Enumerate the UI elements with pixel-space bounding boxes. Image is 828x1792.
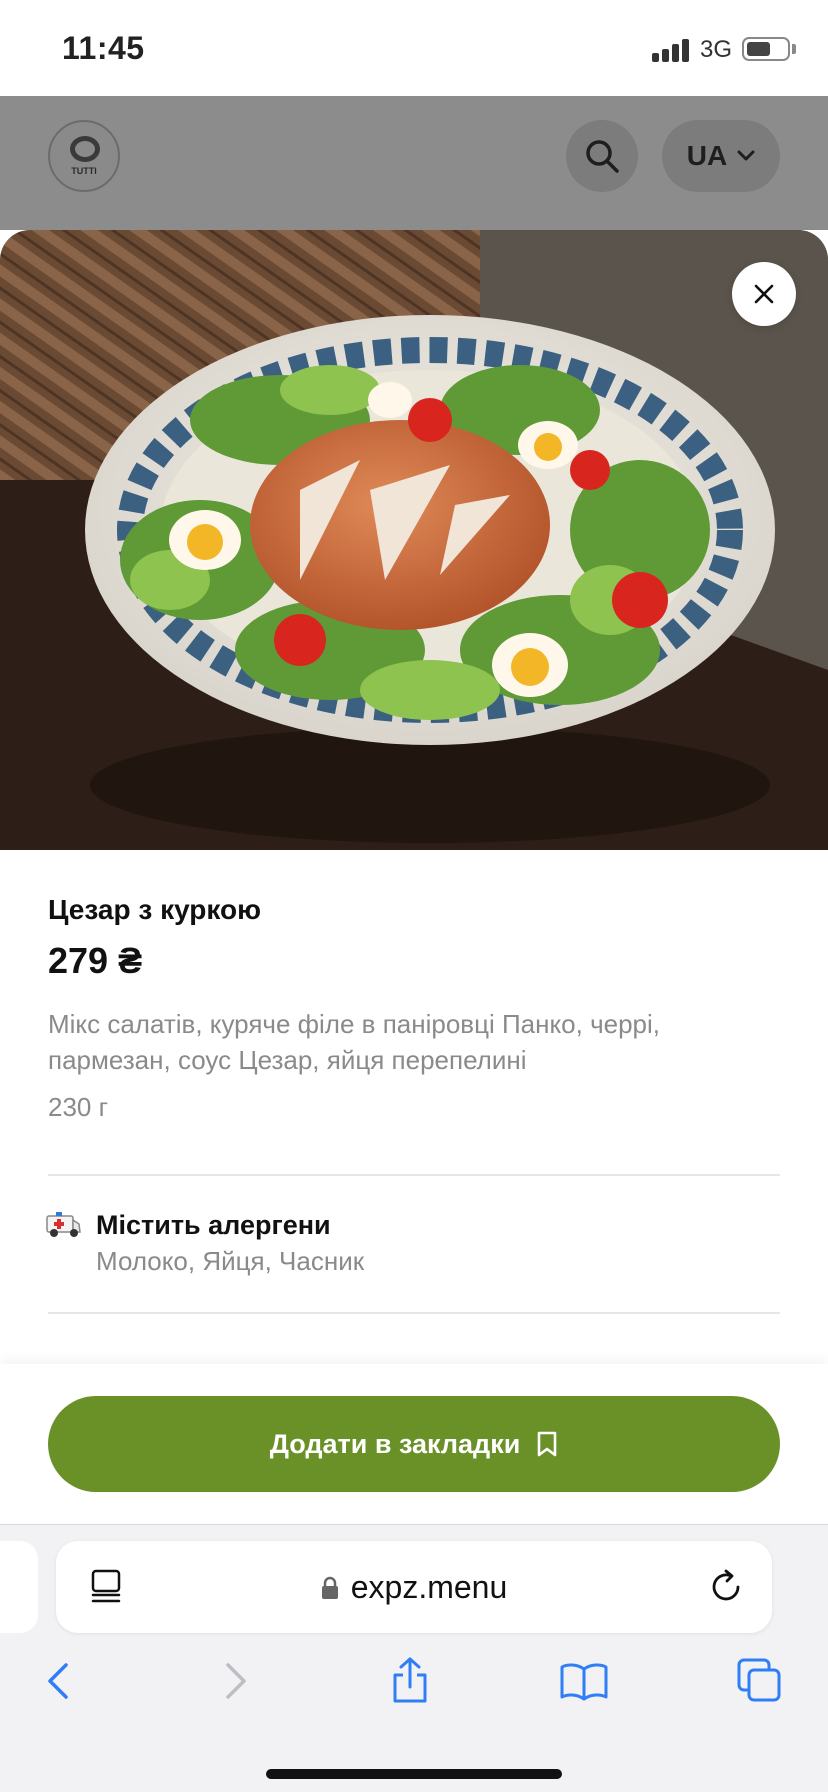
browser-toolbar: expz.menu [0,1524,828,1792]
battery-icon [742,37,790,61]
status-time: 11:45 [62,30,145,66]
bookmarks-icon [560,1663,608,1701]
language-label: UA [686,140,728,171]
ambulance-icon [46,1210,82,1238]
restaurant-logo[interactable]: TUTTI [48,120,120,192]
address-bar[interactable]: expz.menu [56,1541,772,1633]
divider [48,1174,780,1176]
dish-price: 279 ₴ [48,940,143,981]
previous-tab-peek[interactable] [0,1541,38,1633]
status-bar: 11:45 3G [0,0,828,96]
logo-text: TUTTI [71,166,97,176]
logo-mark [70,136,100,162]
allergen-title: Містить алергени [96,1210,331,1240]
close-icon [754,284,774,304]
battery-level [747,42,770,56]
reload-icon[interactable] [708,1569,744,1605]
bookmarks-button[interactable] [554,1651,614,1711]
signal-icon [652,38,692,62]
tabs-icon [737,1658,781,1702]
allergen-list: Молоко, Яйця, Часник [96,1246,365,1276]
action-bar: Додати в закладки [0,1364,828,1524]
back-icon [48,1663,68,1699]
language-selector[interactable]: UA [662,120,780,192]
close-button[interactable] [732,262,796,326]
url-display: expz.menu [56,1569,772,1606]
share-icon [393,1657,427,1703]
dish-title: Цезар з куркою [48,894,262,925]
lock-icon [321,1576,338,1599]
tabs-button[interactable] [730,1651,790,1711]
share-button[interactable] [380,1651,440,1711]
dish-detail-sheet: Цезар з куркою 279 ₴ Мікс салатів, куряч… [0,230,828,1524]
site-header: TUTTI UA [0,96,828,230]
bookmark-icon [538,1431,557,1457]
add-to-bookmarks-button[interactable]: Додати в закладки [48,1396,780,1492]
home-indicator [266,1769,562,1779]
bookmark-button-label: Додати в закладки [269,1428,521,1459]
browser-nav [0,1651,828,1721]
divider [48,1312,780,1314]
search-button[interactable] [566,120,638,192]
dish-photo [0,230,828,850]
back-button[interactable] [28,1651,88,1711]
forward-icon [226,1663,246,1699]
search-icon [586,140,619,173]
battery-cap [792,44,796,54]
forward-button[interactable] [206,1651,266,1711]
dish-description: Мікс салатів, куряче філе в паніровці Па… [48,1009,661,1075]
url-text: expz.menu [350,1569,508,1605]
chevron-down-icon [737,150,755,161]
dish-weight: 230 г [48,1092,109,1122]
network-label: 3G [700,36,733,63]
